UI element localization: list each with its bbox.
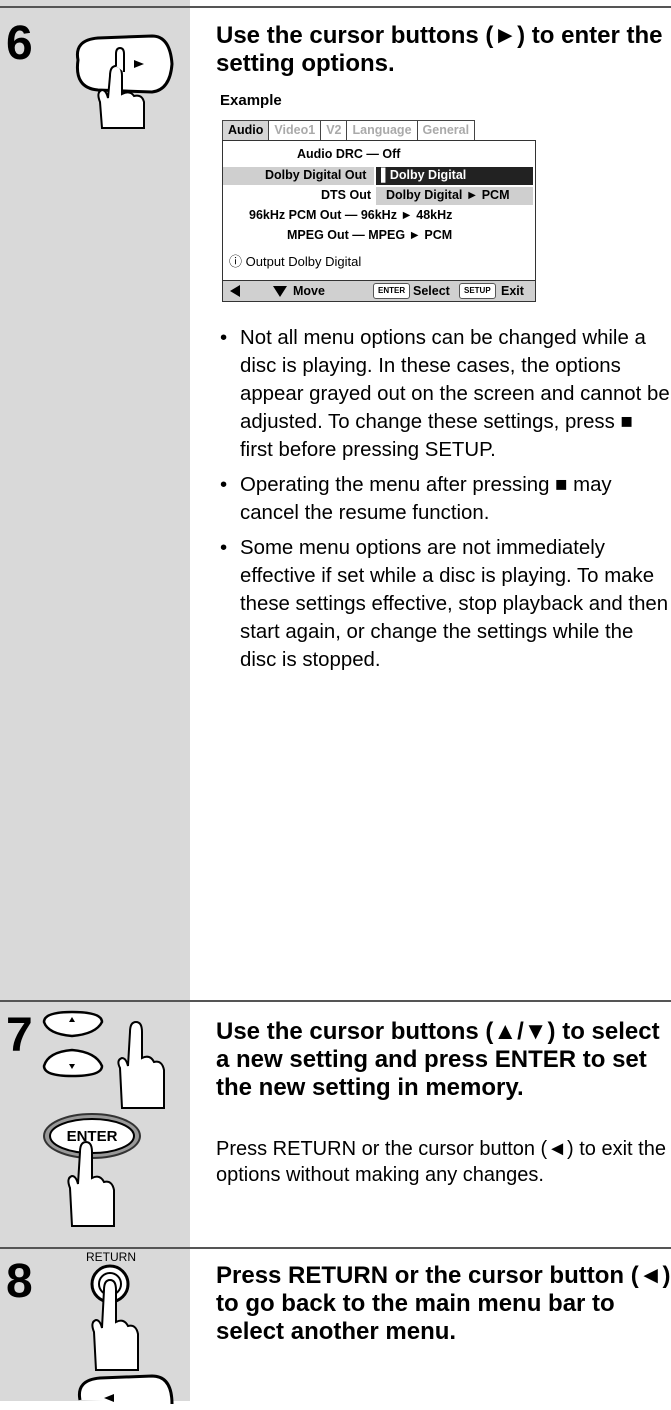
- osd-footer-select: Select: [413, 284, 450, 298]
- osd-footer-move: Move: [293, 284, 325, 298]
- notes-list: • Not all menu options can be changed whi…: [220, 324, 671, 681]
- osd-info-line: ⓘ Output Dolby Digital: [229, 251, 361, 270]
- osd-setup-key: SETUP: [459, 283, 496, 299]
- step-number: 6: [6, 17, 33, 70]
- enter-button-label: ENTER: [67, 1128, 118, 1145]
- step-heading: Press RETURN or the cursor button (◄) to…: [216, 1262, 671, 1345]
- enter-button-hand-icon: ENTER: [43, 1113, 141, 1227]
- osd-footer-exit: Exit: [501, 284, 524, 298]
- step-number: 8: [6, 1255, 33, 1308]
- osd-tab-audio: Audio: [222, 120, 270, 141]
- note-item: • Some menu options are not immediately e…: [220, 537, 669, 671]
- osd-tab-bar: Audio Video1 V2 Language General: [222, 120, 476, 141]
- osd-row-dts-label: DTS Out: [321, 188, 371, 202]
- step-number: 7: [6, 1009, 33, 1062]
- osd-row-audio-drc: Audio DRC — Off: [297, 147, 401, 161]
- rule-step-7: [0, 1000, 671, 1002]
- osd-tab-general: General: [416, 120, 476, 141]
- osd-enter-key: ENTER: [373, 283, 411, 299]
- step-body: Press RETURN or the cursor button (◄) to…: [216, 1138, 666, 1186]
- osd-info-text: Output Dolby Digital: [245, 254, 362, 269]
- note-item: • Operating the menu after pressing ■ may…: [220, 474, 612, 524]
- osd-tab-video1: Video1: [268, 120, 322, 141]
- osd-row-dolby-value: ▌Dolby Digital: [381, 168, 467, 182]
- note-item: • Not all menu options can be changed whi…: [220, 327, 670, 461]
- up-down-cursor-buttons-hand-icon: [42, 1010, 165, 1109]
- down-arrow-icon: [273, 286, 287, 297]
- example-label: Example: [220, 92, 282, 109]
- osd-row-96khz: 96kHz PCM Out — 96kHz ► 48kHz: [249, 208, 453, 222]
- step-heading: Use the cursor buttons (►) to enter the …: [216, 22, 663, 77]
- osd-row-dolby-label: Dolby Digital Out: [265, 168, 367, 182]
- setup-osd-example: Audio Video1 V2 Language General Audio D…: [222, 112, 536, 302]
- osd-tab-v2: V2: [320, 120, 348, 141]
- left-cursor-button-hand-icon: [77, 1374, 174, 1405]
- rule-top: [0, 6, 671, 8]
- osd-menu-panel: Audio DRC — Off Dolby Digital Out ▌Dolby…: [222, 140, 536, 302]
- osd-tab-language: Language: [346, 120, 418, 141]
- manual-page: 6 Use the cursor buttons (►) to enter th…: [0, 0, 671, 1405]
- osd-row-mpeg: MPEG Out — MPEG ► PCM: [287, 228, 453, 242]
- right-cursor-button-hand-icon: [75, 34, 174, 129]
- step-heading: Use the cursor buttons (▲/▼) to select a…: [216, 1018, 660, 1101]
- left-arrow-icon: [230, 285, 240, 297]
- info-icon: ⓘ: [229, 254, 243, 269]
- rule-step-8: [0, 1247, 671, 1249]
- osd-footer: Move ENTER Select SETUP Exit: [223, 280, 535, 301]
- return-button-hand-icon: [90, 1264, 139, 1371]
- osd-row-dts-value: Dolby Digital ► PCM: [386, 188, 510, 202]
